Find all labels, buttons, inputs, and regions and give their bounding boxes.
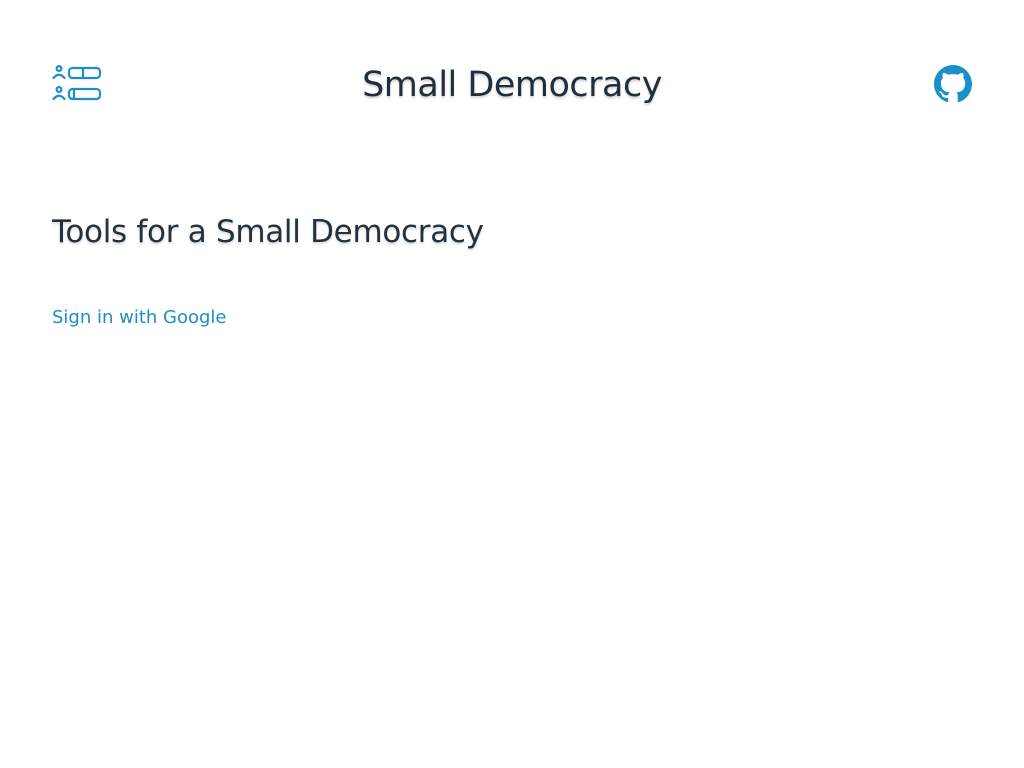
main-content: Tools for a Small Democracy Sign in with…	[52, 200, 972, 330]
github-icon[interactable]	[934, 65, 972, 103]
page-heading: Tools for a Small Democracy	[52, 214, 484, 250]
sign-in-with-google-link[interactable]: Sign in with Google	[52, 306, 227, 330]
page: Small Democracy Tools for a Small Democr…	[0, 0, 1024, 768]
site-title: Small Democracy	[362, 65, 662, 105]
site-header: Small Democracy	[0, 0, 1024, 170]
